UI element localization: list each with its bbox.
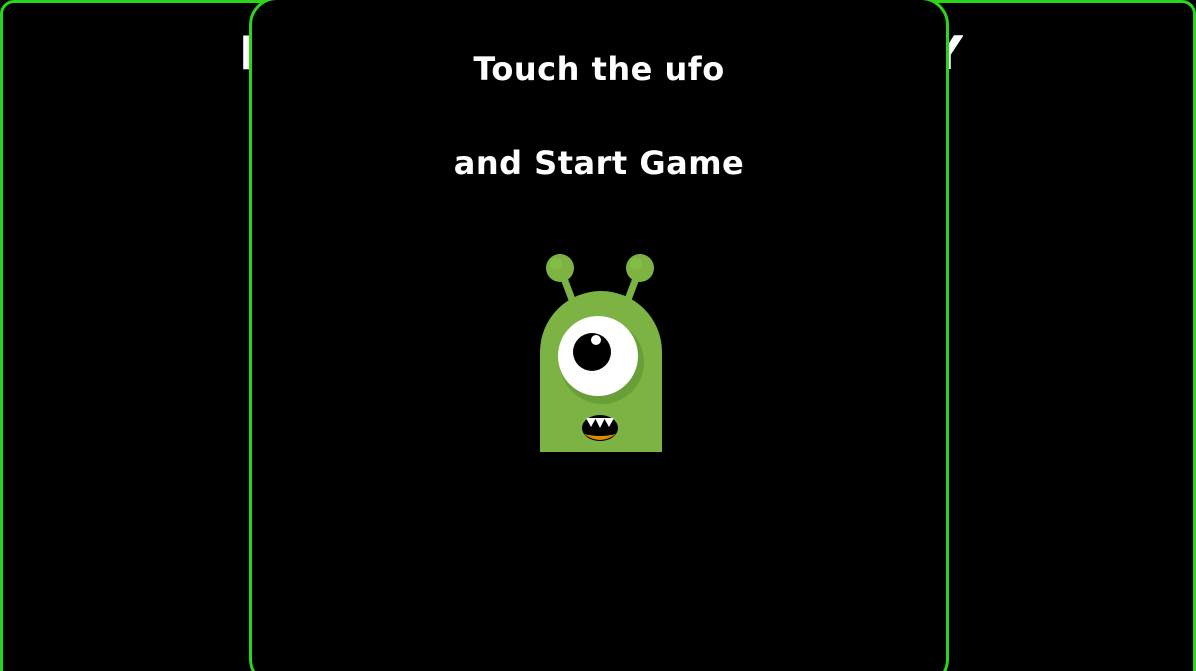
instruction-line-1: Touch the ufo [473, 50, 725, 88]
alien-monster-icon [540, 254, 662, 452]
ufo-start-button[interactable] [536, 252, 666, 454]
instruction-line-2: and Start Game [453, 144, 745, 182]
eye-highlight [591, 335, 601, 345]
start-modal: Touch the ufo and Start Game [249, 0, 949, 671]
